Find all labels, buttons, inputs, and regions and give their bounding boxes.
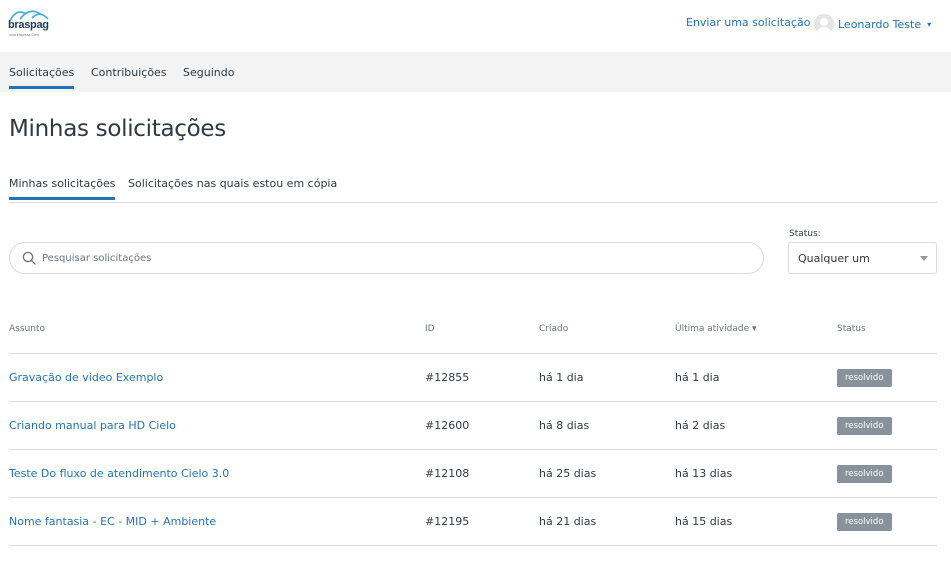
- user-name: Leonardo Teste: [838, 17, 922, 31]
- search-input[interactable]: [42, 249, 742, 267]
- column-header-last-activity[interactable]: Última atividade ▾: [675, 324, 757, 334]
- search-icon: [22, 251, 36, 265]
- nav-tabs: Solicitações Contribuições Seguindo: [0, 52, 951, 92]
- table-row: Criando manual para HD Cielo #12600 há 8…: [9, 402, 937, 450]
- request-created: há 1 dia: [539, 371, 584, 384]
- request-subtabs: Minhas solicitações Solicitações nas qua…: [9, 168, 937, 203]
- request-id: #12195: [425, 515, 470, 528]
- caret-down-icon: [920, 256, 928, 261]
- request-subject-link[interactable]: Criando manual para HD Cielo: [9, 419, 176, 432]
- user-avatar-icon: [814, 14, 834, 34]
- request-id: #12600: [425, 419, 470, 432]
- request-id: #12108: [425, 467, 470, 480]
- request-subject-link[interactable]: Gravação de video Exemplo: [9, 371, 163, 384]
- column-header-id[interactable]: ID: [425, 324, 435, 334]
- status-badge: resolvido: [837, 369, 892, 387]
- request-subject-link[interactable]: Nome fantasia - EC - MID + Ambiente: [9, 515, 216, 528]
- status-filter-value: Qualquer um: [798, 252, 870, 265]
- status-filter-select[interactable]: Qualquer um: [788, 242, 937, 274]
- request-created: há 25 dias: [539, 467, 597, 480]
- column-header-created[interactable]: Criado: [539, 324, 568, 334]
- page-title: Minhas solicitações: [9, 116, 226, 142]
- status-badge: resolvido: [837, 513, 892, 531]
- subtab-my-requests[interactable]: Minhas solicitações: [9, 177, 116, 200]
- logo-subtitle: uma empresa Cielo: [9, 33, 40, 37]
- column-header-subject[interactable]: Assunto: [9, 324, 45, 334]
- request-last-activity: há 1 dia: [675, 371, 720, 384]
- request-last-activity: há 15 dias: [675, 515, 733, 528]
- table-row: Gravação de video Exemplo #12855 há 1 di…: [9, 354, 937, 402]
- request-created: há 8 dias: [539, 419, 590, 432]
- user-menu[interactable]: Leonardo Teste ▾: [814, 13, 931, 35]
- chevron-down-icon: ▾: [927, 19, 932, 29]
- tab-solicitacoes[interactable]: Solicitações: [9, 66, 75, 89]
- request-last-activity: há 13 dias: [675, 467, 733, 480]
- status-filter-label: Status:: [789, 229, 821, 239]
- submit-request-link[interactable]: Enviar uma solicitação: [686, 16, 810, 29]
- status-badge: resolvido: [837, 417, 892, 435]
- subtab-cc-requests[interactable]: Solicitações nas quais estou em cópia: [128, 177, 337, 200]
- request-created: há 21 dias: [539, 515, 597, 528]
- table-row: Teste Do fluxo de atendimento Cielo 3.0 …: [9, 450, 937, 498]
- tab-contribuicoes[interactable]: Contribuições: [91, 66, 167, 89]
- search-box: [9, 242, 764, 274]
- request-last-activity: há 2 dias: [675, 419, 726, 432]
- table-header: Assunto ID Criado Última atividade ▾ Sta…: [9, 306, 937, 354]
- logo-text: braspag: [8, 19, 49, 31]
- header: braspag uma empresa Cielo Enviar uma sol…: [0, 0, 951, 52]
- status-badge: resolvido: [837, 465, 892, 483]
- requests-table: Assunto ID Criado Última atividade ▾ Sta…: [9, 306, 937, 546]
- column-header-status[interactable]: Status: [837, 324, 866, 334]
- request-id: #12855: [425, 371, 470, 384]
- request-subject-link[interactable]: Teste Do fluxo de atendimento Cielo 3.0: [9, 467, 229, 480]
- table-row: Nome fantasia - EC - MID + Ambiente #121…: [9, 498, 937, 546]
- tab-seguindo[interactable]: Seguindo: [183, 66, 234, 89]
- braspag-logo[interactable]: braspag uma empresa Cielo: [8, 6, 50, 40]
